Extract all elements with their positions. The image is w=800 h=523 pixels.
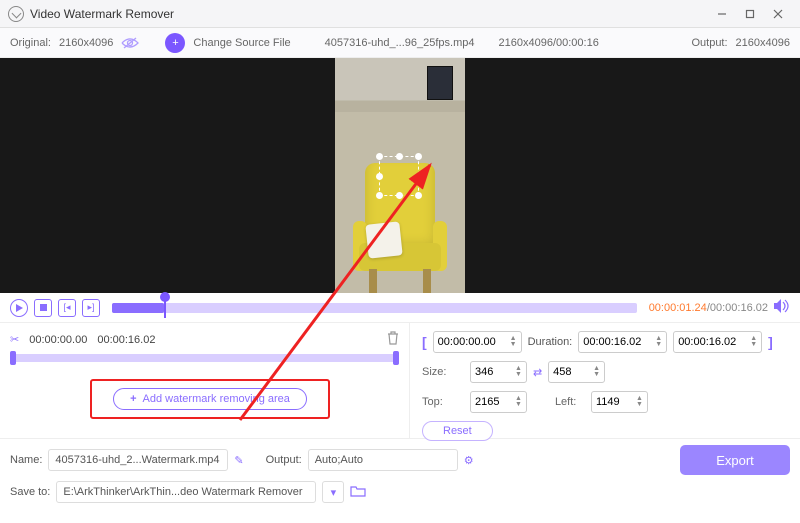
picture-frame-decor [427, 66, 453, 100]
add-area-label: Add watermark removing area [143, 393, 290, 405]
step-back-button[interactable]: [◂ [58, 299, 76, 317]
output-settings-icon[interactable]: ⚙ [464, 454, 474, 467]
video-preview-area[interactable] [0, 58, 800, 293]
stepper-icon[interactable]: ▲▼ [636, 396, 643, 408]
preview-toggle-icon[interactable] [121, 37, 139, 49]
resize-handle-tm[interactable] [396, 153, 403, 160]
player-controls: [◂ ▸] 00:00:01.24/00:00:16.02 [0, 293, 800, 323]
stepper-icon[interactable]: ▲▼ [593, 366, 600, 378]
clip-start-time: 00:00:00.00 [29, 334, 87, 346]
volume-icon[interactable] [774, 299, 790, 316]
plus-icon: + [130, 393, 136, 405]
left-label: Left: [555, 396, 585, 408]
range-start-bracket-icon[interactable]: [ [422, 334, 427, 350]
play-button[interactable] [10, 299, 28, 317]
source-filename: 4057316-uhd_...96_25fps.mp4 [325, 37, 475, 49]
total-time: 00:00:16.02 [710, 302, 768, 314]
maximize-button[interactable] [736, 2, 764, 26]
clip-pane: ✂ 00:00:00.00 00:00:16.02 + Add watermar… [0, 323, 410, 438]
save-to-label: Save to: [10, 486, 50, 498]
add-watermark-area-button[interactable]: + Add watermark removing area [113, 388, 307, 410]
output-label: Output: [691, 37, 727, 49]
export-button[interactable]: Export [680, 445, 790, 475]
original-resolution: 2160x4096 [59, 37, 113, 49]
properties-pane: [ ▲▼ Duration: ▲▼ ▲▼ ] Size: ▲▼ ⇄ ▲▼ Top:… [410, 323, 800, 438]
source-res-time: 2160x4096/00:00:16 [499, 37, 599, 49]
original-label: Original: [10, 37, 51, 49]
reset-button[interactable]: Reset [422, 421, 493, 441]
timeline-slider[interactable] [112, 303, 637, 313]
app-logo-icon [8, 6, 24, 22]
info-bar: Original: 2160x4096 + Change Source File… [0, 28, 800, 58]
resize-handle-mr[interactable] [415, 173, 422, 180]
output-format-field[interactable]: Auto;Auto [308, 449, 458, 471]
current-time: 00:00:01.24 [649, 302, 707, 314]
scissors-icon: ✂ [10, 333, 19, 346]
change-source-label[interactable]: Change Source File [193, 37, 290, 49]
clip-range-slider[interactable] [10, 354, 399, 362]
top-label: Top: [422, 396, 464, 408]
stop-button[interactable] [34, 299, 52, 317]
chevron-down-icon: ▾ [331, 486, 337, 499]
video-frame [335, 58, 465, 293]
stepper-icon[interactable]: ▲▼ [655, 336, 662, 348]
range-end-input[interactable]: ▲▼ [673, 331, 762, 353]
pos-left-input[interactable]: ▲▼ [591, 391, 648, 413]
clip-end-time: 00:00:16.02 [97, 334, 155, 346]
resize-handle-tl[interactable] [376, 153, 383, 160]
save-path-field[interactable]: E:\ArkThinker\ArkThin...deo Watermark Re… [56, 481, 316, 503]
stepper-icon[interactable]: ▲▼ [750, 336, 757, 348]
name-label: Name: [10, 454, 42, 466]
name-field[interactable]: 4057316-uhd_2...Watermark.mp4 [48, 449, 228, 471]
time-display: 00:00:01.24/00:00:16.02 [649, 302, 768, 314]
resize-handle-br[interactable] [415, 192, 422, 199]
range-start-input[interactable]: ▲▼ [433, 331, 522, 353]
save-path-dropdown[interactable]: ▾ [322, 481, 344, 503]
annotation-highlight: + Add watermark removing area [90, 379, 330, 419]
bottom-bar: Name: 4057316-uhd_2...Watermark.mp4 ✎ Ou… [0, 438, 800, 509]
stepper-icon[interactable]: ▲▼ [515, 366, 522, 378]
close-button[interactable] [764, 2, 792, 26]
output-select-label: Output: [266, 454, 302, 466]
stepper-icon[interactable]: ▲▼ [510, 336, 517, 348]
size-label: Size: [422, 366, 464, 378]
range-duration-input[interactable]: ▲▼ [578, 331, 667, 353]
step-forward-button[interactable]: ▸] [82, 299, 100, 317]
pos-top-input[interactable]: ▲▼ [470, 391, 527, 413]
resize-handle-tr[interactable] [415, 153, 422, 160]
window-title: Video Watermark Remover [30, 7, 708, 21]
stepper-icon[interactable]: ▲▼ [515, 396, 522, 408]
watermark-selection-box[interactable] [379, 156, 419, 196]
delete-clip-button[interactable] [387, 331, 399, 348]
link-aspect-icon[interactable]: ⇄ [533, 366, 542, 379]
resize-handle-bl[interactable] [376, 192, 383, 199]
size-width-input[interactable]: ▲▼ [470, 361, 527, 383]
timeline-handle[interactable] [164, 298, 166, 318]
change-source-plus-button[interactable]: + [165, 33, 185, 53]
resize-handle-ml[interactable] [376, 173, 383, 180]
open-folder-icon[interactable] [350, 485, 366, 500]
duration-label: Duration: [528, 336, 573, 348]
minimize-button[interactable] [708, 2, 736, 26]
resize-handle-bm[interactable] [396, 192, 403, 199]
edit-name-icon[interactable]: ✎ [234, 454, 243, 467]
output-resolution: 2160x4096 [736, 37, 790, 49]
size-height-input[interactable]: ▲▼ [548, 361, 605, 383]
range-end-bracket-icon[interactable]: ] [768, 334, 773, 350]
titlebar: Video Watermark Remover [0, 0, 800, 28]
